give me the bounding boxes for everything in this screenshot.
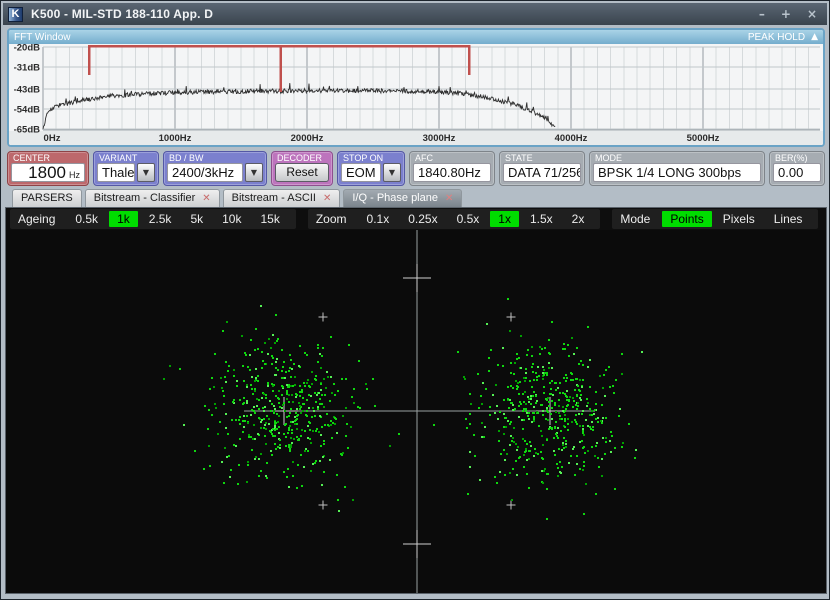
afc-value: 1840.80Hz	[413, 163, 491, 182]
minimize-button[interactable]: –	[759, 7, 765, 21]
afc-label: AFC	[413, 153, 491, 163]
mode-group: Mode Points Pixels Lines	[612, 209, 818, 229]
ageing-10k-button[interactable]: 10k	[214, 211, 249, 227]
ber-panel: BER(%) 0.00	[769, 151, 825, 186]
phase-plane-toolbar: Ageing 0.5k 1k 2.5k 5k 10k 15k Zoom 0.1x…	[6, 208, 826, 230]
stop-on-label: STOP ON	[341, 153, 401, 163]
svg-text:4000Hz: 4000Hz	[555, 133, 588, 144]
mode-value: BPSK 1/4 LONG 300bps	[593, 163, 761, 182]
close-tab-icon[interactable]: ✕	[323, 194, 331, 204]
close-button[interactable]: ×	[807, 7, 817, 21]
center-label: CENTER	[11, 153, 85, 163]
ageing-5k-button[interactable]: 5k	[182, 211, 211, 227]
collapse-arrow-icon[interactable]: ▲	[811, 32, 818, 42]
chevron-down-icon[interactable]: ▼	[137, 163, 155, 182]
decoder-reset-button[interactable]: Reset	[275, 163, 329, 182]
maximize-button[interactable]: +	[781, 7, 791, 21]
ageing-label: Ageing	[18, 212, 55, 226]
close-tab-icon[interactable]: ✕	[445, 194, 453, 204]
svg-text:-20dB: -20dB	[14, 44, 41, 54]
ber-label: BER(%)	[773, 153, 821, 163]
zoom-0.25x-button[interactable]: 0.25x	[400, 211, 445, 227]
svg-text:3000Hz: 3000Hz	[423, 133, 456, 144]
zoom-1.5x-button[interactable]: 1.5x	[522, 211, 561, 227]
tab-label: Bitstream - Classifier	[94, 190, 195, 207]
svg-text:2000Hz: 2000Hz	[291, 133, 324, 144]
ageing-15k-button[interactable]: 15k	[252, 211, 287, 227]
svg-text:-54dB: -54dB	[14, 104, 41, 115]
zoom-group: Zoom 0.1x 0.25x 0.5x 1x 1.5x 2x	[308, 209, 600, 229]
zoom-label: Zoom	[316, 212, 347, 226]
decoder-panel: DECODER Reset	[271, 151, 333, 186]
mode-lines-button[interactable]: Lines	[766, 211, 811, 227]
center-frequency-field[interactable]: 1800 Hz	[11, 163, 85, 182]
zoom-2x-button[interactable]: 2x	[564, 211, 593, 227]
fft-panel-title: FFT Window	[14, 32, 71, 43]
svg-text:-65dB: -65dB	[14, 124, 41, 135]
tab-iq-phase-plane[interactable]: I/Q - Phase plane ✕	[343, 189, 462, 207]
zoom-1x-button[interactable]: 1x	[490, 211, 519, 227]
tab-bitstream-ascii[interactable]: Bitstream - ASCII ✕	[223, 189, 341, 207]
tab-label: PARSERS	[21, 190, 73, 207]
window-title: K500 - MIL-STD 188-110 App. D	[31, 7, 213, 21]
svg-text:0Hz: 0Hz	[44, 133, 61, 144]
close-tab-icon[interactable]: ✕	[202, 194, 210, 204]
iq-constellation-chart	[6, 230, 826, 593]
variant-dropdown[interactable]: Thales	[97, 163, 135, 182]
ageing-1k-button[interactable]: 1k	[109, 211, 138, 227]
peak-hold-toggle[interactable]: PEAK HOLD ▲	[748, 32, 818, 43]
state-label: STATE	[503, 153, 581, 163]
tab-label: Bitstream - ASCII	[232, 190, 316, 207]
state-panel: STATE DATA 71/256	[499, 151, 585, 186]
svg-text:-31dB: -31dB	[14, 63, 41, 74]
peak-hold-label: PEAK HOLD	[748, 32, 805, 43]
zoom-0.1x-button[interactable]: 0.1x	[359, 211, 398, 227]
baud-bandwidth-dropdown[interactable]: 2400/3kHz	[167, 163, 243, 182]
title-bar: K K500 - MIL-STD 188-110 App. D – + ×	[3, 3, 827, 25]
fft-panel-header: FFT Window PEAK HOLD ▲	[9, 30, 823, 44]
chevron-down-icon[interactable]: ▼	[383, 163, 401, 182]
tab-label: I/Q - Phase plane	[352, 190, 438, 207]
fft-panel: FFT Window PEAK HOLD ▲ -20dB -31dB -43dB -5…	[7, 28, 825, 147]
app-window: K K500 - MIL-STD 188-110 App. D – + × FF…	[0, 0, 830, 600]
center-frequency-panel: CENTER 1800 Hz	[7, 151, 89, 186]
app-icon: K	[8, 7, 23, 22]
ber-value: 0.00	[773, 163, 821, 182]
zoom-0.5x-button[interactable]: 0.5x	[449, 211, 488, 227]
draw-mode-label: Mode	[620, 212, 650, 226]
center-frequency-unit: Hz	[69, 167, 80, 182]
decoder-label: DECODER	[275, 153, 329, 163]
variant-label: VARIANT	[97, 153, 155, 163]
fft-spectrum-chart: -20dB -31dB -43dB -54dB -65dB0Hz 1000Hz 2000Hz…	[9, 44, 823, 147]
svg-text:1000Hz: 1000Hz	[159, 133, 192, 144]
variant-panel: VARIANT Thales ▼	[93, 151, 159, 186]
afc-panel: AFC 1840.80Hz	[409, 151, 495, 186]
ageing-2.5k-button[interactable]: 2.5k	[141, 211, 180, 227]
tab-bar: PARSERS Bitstream - Classifier ✕ Bitstre…	[12, 189, 462, 207]
tab-parsers[interactable]: PARSERS	[12, 189, 82, 207]
mode-points-button[interactable]: Points	[662, 211, 711, 227]
stop-on-panel: STOP ON EOM ▼	[337, 151, 405, 186]
window-controls: – + ×	[759, 7, 817, 21]
stop-on-dropdown[interactable]: EOM	[341, 163, 381, 182]
tab-bitstream-classifier[interactable]: Bitstream - Classifier ✕	[85, 189, 220, 207]
state-value: DATA 71/256	[503, 163, 581, 182]
center-frequency-value: 1800	[28, 164, 66, 181]
ageing-0.5k-button[interactable]: 0.5k	[67, 211, 106, 227]
mode-panel: MODE BPSK 1/4 LONG 300bps	[589, 151, 765, 186]
baud-bandwidth-panel: BD / BW 2400/3kHz ▼	[163, 151, 267, 186]
mode-pixels-button[interactable]: Pixels	[715, 211, 763, 227]
mode-label: MODE	[593, 153, 761, 163]
baud-bandwidth-label: BD / BW	[167, 153, 263, 163]
svg-text:5000Hz: 5000Hz	[687, 133, 720, 144]
phase-plane-panel: Ageing 0.5k 1k 2.5k 5k 10k 15k Zoom 0.1x…	[5, 207, 827, 594]
chevron-down-icon[interactable]: ▼	[245, 163, 263, 182]
ageing-group: Ageing 0.5k 1k 2.5k 5k 10k 15k	[10, 209, 296, 229]
svg-text:-43dB: -43dB	[14, 84, 41, 95]
